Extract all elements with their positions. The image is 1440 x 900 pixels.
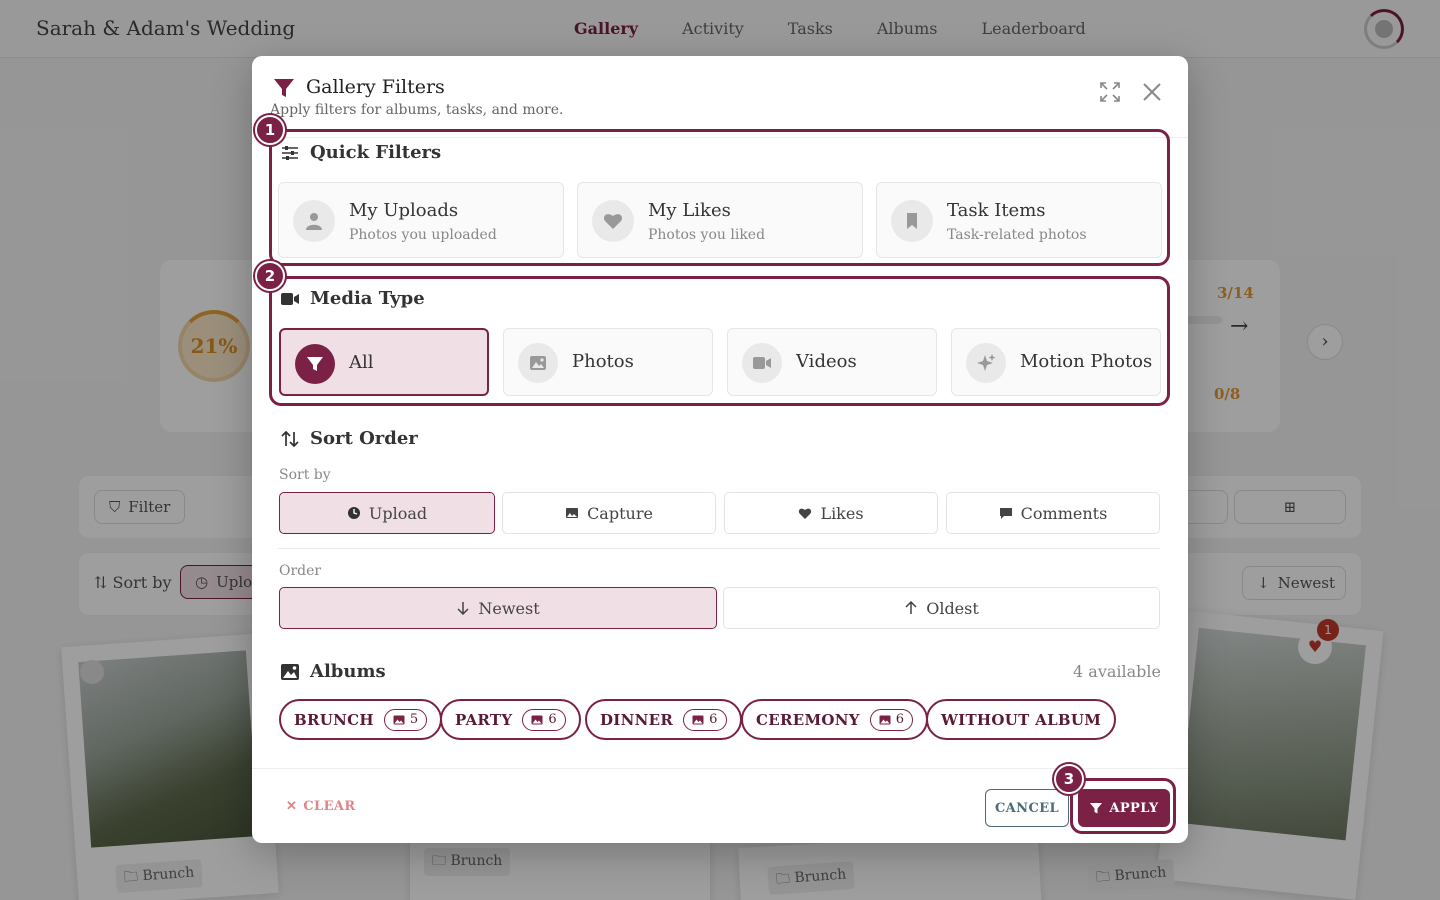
order-newest[interactable]: Newest	[279, 587, 717, 629]
order-oldest[interactable]: Oldest	[723, 587, 1160, 629]
bookmark-icon	[891, 200, 933, 242]
close-icon[interactable]	[1140, 80, 1164, 104]
video-icon	[281, 292, 299, 305]
clear-button-label: CLEAR	[303, 799, 356, 814]
media-type-motion-photos[interactable]: Motion Photos	[951, 328, 1161, 396]
image-icon	[566, 508, 579, 518]
arrow-up-icon	[905, 601, 917, 614]
sort-by-label-text: Comments	[1020, 503, 1108, 523]
sparkle-icon	[966, 343, 1006, 383]
funnel-icon	[274, 79, 294, 97]
image-icon	[281, 663, 299, 680]
media-type-title: Media Type	[310, 288, 425, 309]
sort-by-label-text: Upload	[368, 503, 428, 523]
cancel-button-label: CANCEL	[994, 800, 1060, 816]
sort-order-title: Sort Order	[310, 428, 418, 449]
quick-filter-subtitle: Task-related photos	[947, 227, 1087, 243]
media-type-videos[interactable]: Videos	[727, 328, 937, 396]
album-count: 6	[548, 712, 557, 727]
video-icon	[742, 343, 782, 383]
album-chip-without-album[interactable]: WITHOUT ALBUM	[926, 699, 1117, 740]
media-type-label: All	[349, 352, 374, 373]
album-count-badge: 6	[522, 708, 566, 731]
quick-filter-subtitle: Photos you liked	[648, 227, 766, 243]
funnel-icon	[295, 344, 335, 384]
media-type-label: Videos	[796, 351, 857, 372]
album-count-badge: 6	[683, 708, 727, 731]
image-icon	[393, 715, 405, 724]
modal-title: Gallery Filters	[306, 76, 445, 98]
heart-icon	[592, 200, 634, 242]
media-type-heading: Media Type	[280, 288, 425, 309]
quick-filter-title: My Uploads	[349, 200, 459, 221]
albums-heading: Albums	[280, 661, 386, 682]
album-chip-party[interactable]: PARTY 6	[440, 699, 581, 740]
album-count: 5	[409, 712, 419, 727]
image-icon	[531, 715, 543, 724]
album-count: 6	[709, 712, 718, 727]
quick-filter-my-uploads[interactable]: My Uploads Photos you uploaded	[278, 182, 564, 258]
heart-icon	[799, 508, 812, 519]
sort-icon	[281, 430, 299, 447]
quick-filter-task-items[interactable]: Task Items Task-related photos	[876, 182, 1162, 258]
album-chip-label: PARTY	[455, 710, 513, 729]
gallery-filters-modal: Gallery Filters Apply filters for albums…	[252, 56, 1188, 843]
album-count-badge: 6	[869, 708, 914, 731]
step-badge-2: 2	[255, 261, 285, 291]
image-icon	[692, 715, 704, 724]
funnel-icon	[1090, 803, 1103, 814]
media-type-all[interactable]: All	[279, 328, 489, 396]
divider	[278, 548, 1160, 549]
album-chip-label: BRUNCH	[294, 710, 374, 729]
album-chip-brunch[interactable]: BRUNCH 5	[279, 699, 443, 740]
cancel-button[interactable]: CANCEL	[985, 789, 1069, 827]
album-chip-ceremony[interactable]: CEREMONY 6	[741, 699, 929, 740]
media-type-photos[interactable]: Photos	[503, 328, 713, 396]
step-badge-1: 1	[255, 115, 285, 145]
quick-filter-subtitle: Photos you uploaded	[349, 227, 497, 243]
quick-filters-heading: Quick Filters	[280, 142, 441, 163]
order-label-text: Oldest	[926, 598, 979, 618]
comment-icon	[999, 508, 1012, 519]
image-icon	[879, 715, 891, 724]
sort-by-likes[interactable]: Likes	[724, 492, 938, 534]
close-icon: ✕	[286, 799, 298, 814]
clear-button[interactable]: ✕ CLEAR	[286, 799, 356, 814]
albums-title: Albums	[310, 661, 386, 682]
quick-filter-my-likes[interactable]: My Likes Photos you liked	[577, 182, 863, 258]
order-label: Order	[279, 563, 322, 579]
modal-subtitle: Apply filters for albums, tasks, and mor…	[270, 102, 564, 118]
sort-by-label-text: Capture	[587, 503, 653, 523]
media-type-label: Motion Photos	[1020, 351, 1153, 372]
sort-by-label: Sort by	[279, 467, 331, 483]
image-icon	[518, 343, 558, 383]
arrow-down-icon	[457, 602, 469, 615]
sort-by-label-text: Likes	[820, 503, 864, 523]
quick-filter-title: My Likes	[648, 200, 731, 221]
expand-icon[interactable]	[1098, 80, 1122, 104]
album-chip-label: DINNER	[600, 710, 674, 729]
media-type-label: Photos	[572, 351, 634, 372]
sort-by-comments[interactable]: Comments	[946, 492, 1160, 534]
sort-by-upload[interactable]: Upload	[279, 492, 495, 534]
apply-button[interactable]: APPLY	[1078, 789, 1170, 827]
sort-order-heading: Sort Order	[280, 428, 418, 449]
sliders-icon	[282, 145, 298, 160]
album-count: 6	[895, 712, 905, 727]
album-count-badge: 5	[383, 708, 428, 731]
quick-filters-title: Quick Filters	[310, 142, 442, 163]
apply-button-label: APPLY	[1109, 800, 1159, 816]
album-chip-label: CEREMONY	[756, 710, 860, 729]
quick-filter-title: Task Items	[947, 200, 1046, 221]
step-badge-3: 3	[1054, 764, 1084, 794]
user-icon	[293, 200, 335, 242]
albums-available-count: 4 available	[1073, 662, 1161, 681]
order-label-text: Newest	[478, 598, 540, 618]
clock-icon	[347, 507, 360, 519]
album-chip-label: WITHOUT ALBUM	[941, 710, 1102, 729]
sort-by-capture[interactable]: Capture	[502, 492, 716, 534]
modal-header: Gallery Filters Apply filters for albums…	[252, 56, 1188, 138]
modal-footer: ✕ CLEAR CANCEL APPLY	[252, 768, 1188, 843]
album-chip-dinner[interactable]: DINNER 6	[585, 699, 742, 740]
